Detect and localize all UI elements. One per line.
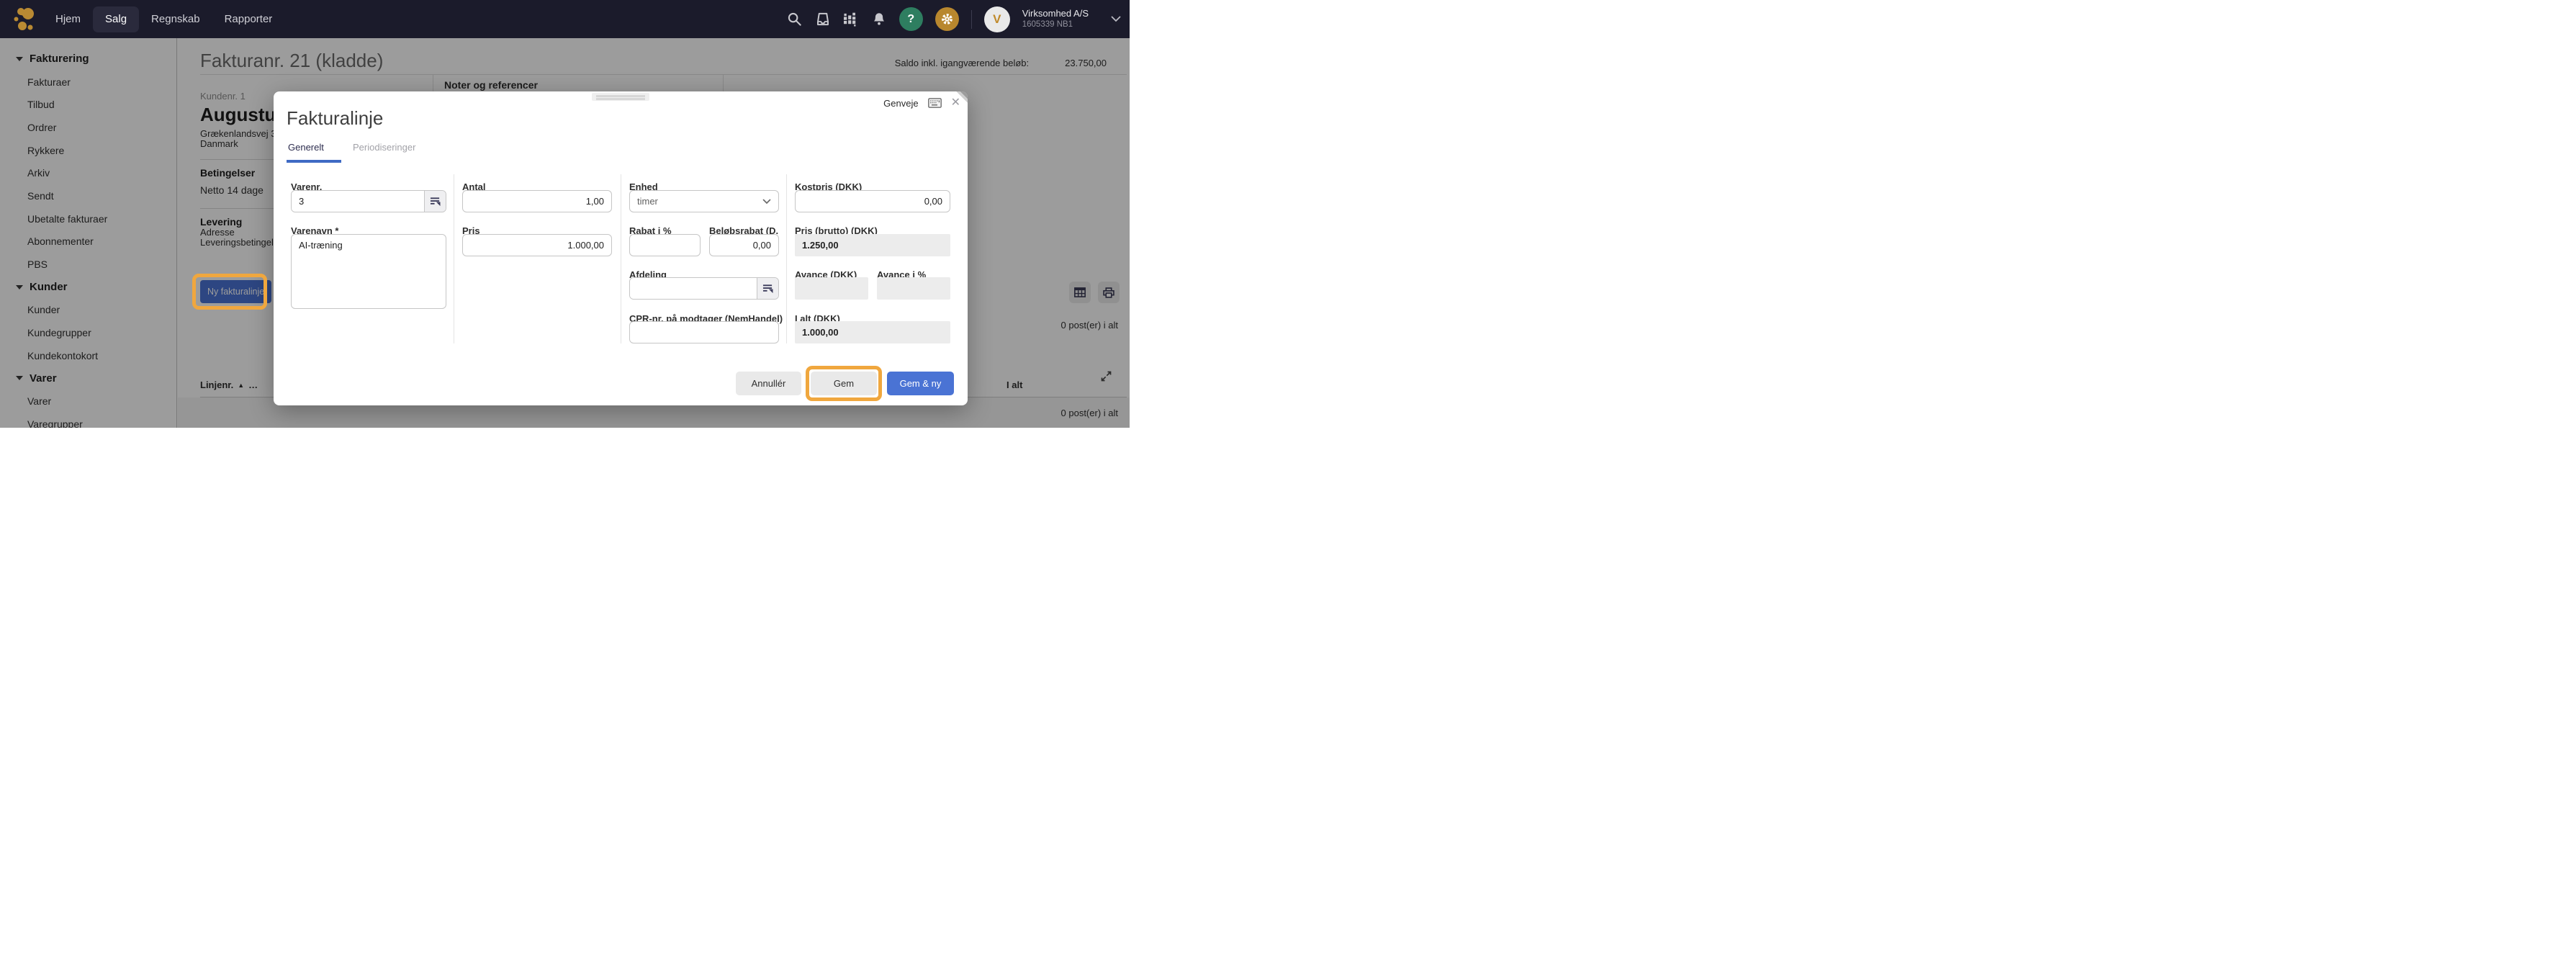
apps-grid-icon[interactable]	[843, 12, 859, 27]
ialt-readonly: 1.000,00	[795, 321, 950, 343]
keyboard-icon[interactable]	[928, 98, 942, 108]
account-info[interactable]: Virksomhed A/S 1605339 NB1	[1022, 8, 1089, 30]
active-tab-underline	[287, 160, 341, 163]
company-name: Virksomhed A/S	[1022, 8, 1089, 19]
shortcuts-link[interactable]: Genveje	[883, 98, 918, 109]
pris-input[interactable]	[462, 234, 612, 256]
cancel-button[interactable]: Annullér	[736, 372, 801, 395]
economic-logo-icon[interactable]	[13, 6, 36, 32]
notifications-bell-icon[interactable]	[871, 12, 887, 27]
avance-pct-readonly	[877, 277, 950, 300]
drag-handle[interactable]	[592, 93, 649, 101]
afdeling-input[interactable]	[630, 278, 757, 299]
gear-icon	[940, 12, 954, 26]
enhed-value: timer	[637, 196, 658, 207]
afdeling-lookup-button[interactable]	[757, 278, 778, 299]
antal-input[interactable]	[462, 190, 612, 212]
form-column-divider	[786, 174, 787, 343]
enhed-select[interactable]: timer	[629, 190, 779, 212]
save-and-new-button[interactable]: Gem & ny	[887, 372, 954, 395]
account-chevron-down-icon[interactable]	[1111, 13, 1121, 26]
pris-brutto-readonly: 1.250,00	[795, 234, 950, 256]
help-button[interactable]: ?	[899, 7, 923, 31]
nav-item-regnskab[interactable]: Regnskab	[139, 6, 212, 32]
invoice-line-modal: Genveje ✕ Fakturalinje Generelt Periodis…	[274, 91, 968, 405]
settings-button[interactable]	[935, 7, 959, 31]
save-button[interactable]: Gem	[811, 372, 877, 395]
close-icon[interactable]: ✕	[951, 97, 960, 109]
navbar-right: ? V Virksomhed A/S 1605339 NB1	[787, 0, 1121, 38]
varenr-input[interactable]	[292, 191, 424, 212]
navbar-divider	[971, 10, 972, 29]
beloebsrabat-input[interactable]	[709, 234, 779, 256]
help-question-glyph: ?	[907, 13, 914, 26]
top-navbar: Hjem Salg Regnskab Rapporter	[0, 0, 1130, 38]
nav-item-salg[interactable]: Salg	[93, 6, 139, 32]
modal-title: Fakturalinje	[287, 107, 383, 130]
varenr-field-group	[291, 190, 446, 212]
nav-item-rapporter[interactable]: Rapporter	[212, 6, 285, 32]
inbox-icon[interactable]	[815, 12, 831, 27]
varenavn-textarea[interactable]: AI-træning	[291, 234, 446, 309]
kostpris-input[interactable]	[795, 190, 950, 212]
agreement-number: 1605339 NB1	[1022, 19, 1089, 30]
tab-generelt[interactable]: Generelt	[288, 142, 324, 153]
chevron-down-icon	[762, 199, 771, 205]
afdeling-field-group	[629, 277, 779, 300]
varenr-lookup-button[interactable]	[424, 191, 446, 212]
lookup-list-icon	[762, 284, 773, 294]
app-screen: Hjem Salg Regnskab Rapporter	[0, 0, 1130, 428]
avance-dkk-readonly	[795, 277, 868, 300]
search-icon[interactable]	[787, 12, 803, 27]
main-nav: Hjem Salg Regnskab Rapporter	[43, 0, 284, 38]
modal-header-actions: Genveje ✕	[883, 97, 960, 109]
avatar-letter: V	[993, 12, 1001, 27]
lookup-list-icon	[430, 197, 441, 207]
nav-item-hjem[interactable]: Hjem	[43, 6, 93, 32]
cpr-input[interactable]	[629, 321, 779, 343]
tab-periodiseringer[interactable]: Periodiseringer	[353, 142, 415, 153]
avatar[interactable]: V	[984, 6, 1010, 32]
rabat-input[interactable]	[629, 234, 701, 256]
